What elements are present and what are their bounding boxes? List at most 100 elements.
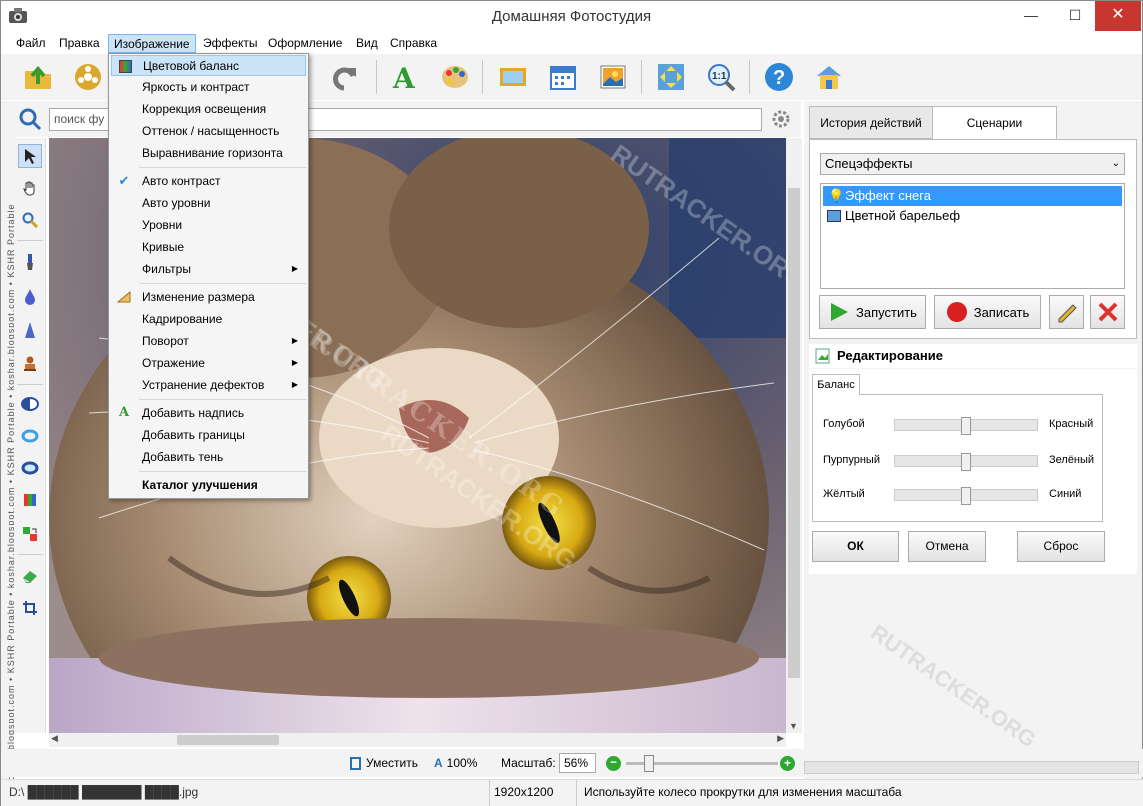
postcard-icon[interactable] bbox=[596, 60, 630, 94]
horizontal-scrollbar[interactable]: ◀ ▶ bbox=[49, 733, 786, 747]
ring-tool-icon[interactable] bbox=[18, 424, 42, 448]
gear-icon[interactable] bbox=[771, 109, 791, 132]
zoom-slider-thumb[interactable] bbox=[644, 755, 654, 772]
menu-item-filters[interactable]: Фильтры ▶ bbox=[111, 259, 306, 280]
menu-item-levels[interactable]: Уровни bbox=[111, 215, 306, 236]
menu-item-auto-levels[interactable]: Авто уровни bbox=[111, 193, 306, 214]
menu-item-curves[interactable]: Кривые bbox=[111, 237, 306, 258]
menu-effects[interactable]: Эффекты bbox=[198, 34, 263, 53]
menu-item-color-balance[interactable]: Цветовой баланс bbox=[111, 55, 306, 76]
scroll-down-arrow-icon[interactable]: ▼ bbox=[789, 721, 798, 731]
horizontal-scroll-thumb[interactable] bbox=[177, 735, 279, 745]
sharpen-tool-icon[interactable] bbox=[18, 318, 42, 342]
film-reel-icon[interactable] bbox=[71, 60, 105, 94]
slider-thumb[interactable] bbox=[961, 417, 971, 435]
redo-icon[interactable] bbox=[329, 60, 363, 94]
menu-item-rotate[interactable]: Поворот ▶ bbox=[111, 331, 306, 352]
list-item[interactable]: 💡 Эффект снега bbox=[823, 186, 1122, 206]
menu-image[interactable]: Изображение bbox=[108, 34, 196, 53]
menu-item-resize[interactable]: Изменение размера bbox=[111, 287, 306, 308]
menu-item-auto-contrast[interactable]: ✔ Авто контраст bbox=[111, 171, 306, 192]
hand-tool-icon[interactable] bbox=[18, 176, 42, 200]
menu-item-crop[interactable]: Кадрирование bbox=[111, 309, 306, 330]
text-a-icon[interactable]: A bbox=[388, 60, 422, 94]
pointer-tool-icon[interactable] bbox=[18, 144, 42, 168]
slider-thumb[interactable] bbox=[961, 487, 971, 505]
menu-item-defects[interactable]: Устранение дефектов ▶ bbox=[111, 375, 306, 396]
tab-history[interactable]: История действий bbox=[809, 106, 933, 139]
actual-size-button[interactable]: A 100% bbox=[434, 756, 477, 770]
menu-item-add-text[interactable]: A Добавить надпись bbox=[111, 403, 306, 424]
maximize-button[interactable]: ☐ bbox=[1058, 1, 1092, 31]
record-button[interactable]: Записать bbox=[934, 295, 1041, 329]
crop-tool-icon[interactable] bbox=[18, 596, 42, 620]
fit-button[interactable]: Уместить bbox=[350, 756, 418, 770]
edit-scenario-button[interactable] bbox=[1049, 295, 1084, 329]
zoom-out-icon[interactable]: − bbox=[606, 756, 621, 771]
help-icon[interactable]: ? bbox=[762, 60, 796, 94]
menu-item-enhancement-catalog[interactable]: Каталог улучшения bbox=[111, 475, 306, 496]
status-file-path: D:\ ██████ ███████ ████.jpg bbox=[9, 785, 199, 799]
zoom-slider-track[interactable] bbox=[626, 755, 778, 772]
tab-scenarios[interactable]: Сценарии bbox=[932, 106, 1057, 141]
slider-thumb[interactable] bbox=[961, 453, 971, 471]
zoom-in-icon[interactable]: + bbox=[780, 756, 795, 771]
contrast-tool-icon[interactable] bbox=[18, 392, 42, 416]
eraser-tool-icon[interactable] bbox=[18, 564, 42, 588]
drop-tool-icon[interactable] bbox=[18, 284, 42, 308]
slider-track[interactable] bbox=[894, 417, 1038, 435]
progress-bar bbox=[804, 761, 1139, 774]
fit-screen-icon[interactable] bbox=[654, 60, 688, 94]
zoom-actual-icon[interactable]: 1:1 bbox=[704, 60, 738, 94]
menu-item-brightness-contrast[interactable]: Яркость и контраст bbox=[111, 77, 306, 98]
menu-item-add-borders[interactable]: Добавить границы bbox=[111, 425, 306, 446]
zoom-tool-icon[interactable] bbox=[18, 208, 42, 232]
menu-help[interactable]: Справка bbox=[385, 34, 442, 53]
menu-item-flip[interactable]: Отражение ▶ bbox=[111, 353, 306, 374]
tab-balance[interactable]: Баланс bbox=[812, 374, 860, 395]
brush-tool-icon[interactable] bbox=[18, 250, 42, 274]
menu-separator bbox=[139, 471, 306, 472]
palette-icon[interactable] bbox=[438, 60, 472, 94]
menu-separator bbox=[139, 283, 306, 284]
replace-color-tool-icon[interactable] bbox=[18, 522, 42, 546]
reset-button[interactable]: Сброс bbox=[1017, 531, 1105, 562]
home-icon[interactable] bbox=[812, 60, 846, 94]
status-hint: Используйте колесо прокрутки для изменен… bbox=[584, 785, 902, 799]
menu-separator bbox=[139, 167, 306, 168]
minimize-button[interactable]: — bbox=[1014, 1, 1048, 31]
menu-item-lighting[interactable]: Коррекция освещения bbox=[111, 99, 306, 120]
magenta-green-slider[interactable]: Пурпурный Зелёный bbox=[823, 451, 1098, 471]
menu-item-horizon[interactable]: Выравнивание горизонта bbox=[111, 143, 306, 164]
calendar-icon[interactable] bbox=[546, 60, 580, 94]
saturation-tool-icon[interactable] bbox=[18, 456, 42, 480]
zoom-value-input[interactable]: 56% bbox=[559, 753, 596, 773]
slider-right-label: Красный bbox=[1049, 418, 1094, 430]
scenario-category-select[interactable]: Спецэффекты ⌄ bbox=[820, 153, 1125, 175]
cyan-red-slider[interactable]: Голубой Красный bbox=[823, 415, 1098, 435]
delete-scenario-button[interactable] bbox=[1090, 295, 1125, 329]
open-folder-icon[interactable] bbox=[21, 60, 55, 94]
close-button[interactable]: ✕ bbox=[1095, 1, 1141, 31]
slider-track[interactable] bbox=[894, 487, 1038, 505]
stamp-tool-icon[interactable] bbox=[18, 352, 42, 376]
menu-file[interactable]: Файл bbox=[11, 34, 51, 53]
frame-icon[interactable] bbox=[496, 60, 530, 94]
scroll-left-arrow-icon[interactable]: ◀ bbox=[51, 733, 58, 744]
cancel-button[interactable]: Отмена bbox=[908, 531, 986, 562]
slider-track[interactable] bbox=[894, 453, 1038, 471]
menu-item-add-shadow[interactable]: Добавить тень bbox=[111, 447, 306, 468]
yellow-blue-slider[interactable]: Жёлтый Синий bbox=[823, 485, 1098, 505]
list-item[interactable]: Цветной барельеф bbox=[823, 206, 1122, 226]
ok-button[interactable]: ОК bbox=[812, 531, 899, 562]
scroll-right-arrow-icon[interactable]: ▶ bbox=[777, 733, 784, 744]
channels-tool-icon[interactable] bbox=[18, 488, 42, 512]
vertical-scrollbar[interactable]: ▼ bbox=[786, 138, 802, 733]
panel-empty-area: RUTRACKER.ORG bbox=[809, 576, 1137, 766]
menu-item-hue-saturation[interactable]: Оттенок / насыщенность bbox=[111, 121, 306, 142]
menu-view[interactable]: Вид bbox=[351, 34, 383, 53]
run-button[interactable]: Запустить bbox=[819, 295, 926, 329]
vertical-scroll-thumb[interactable] bbox=[788, 188, 800, 678]
menu-edit[interactable]: Правка bbox=[54, 34, 105, 53]
menu-decor[interactable]: Оформление bbox=[263, 34, 347, 53]
